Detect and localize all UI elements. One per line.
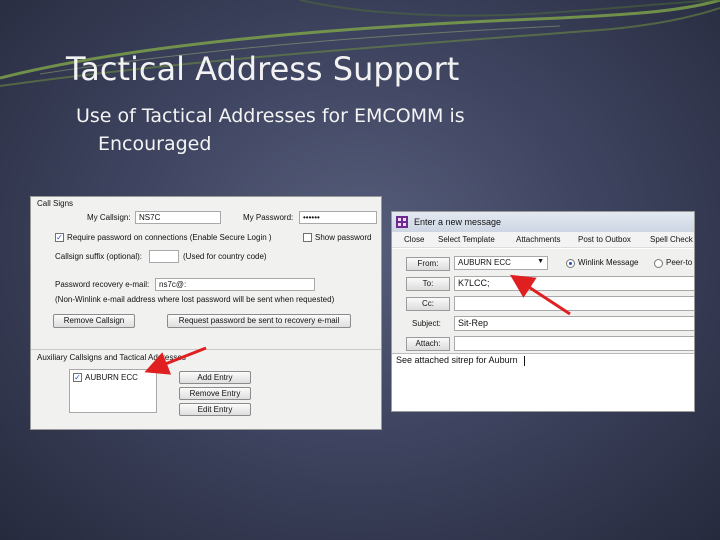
my-callsign-input[interactable]: NS7C [135,211,221,224]
show-password-checkbox[interactable] [303,233,312,242]
section-divider [31,349,381,350]
message-body[interactable]: See attached sitrep for Auburn [396,355,526,366]
to-button[interactable]: To: [406,277,450,291]
aux-group-title: Auxiliary Callsigns and Tactical Address… [37,353,186,362]
to-input[interactable]: K7LCC; [454,276,694,291]
aux-item-checkbox[interactable]: ✓ [73,373,82,382]
remove-callsign-button[interactable]: Remove Callsign [53,314,135,328]
remove-entry-button[interactable]: Remove Entry [179,387,251,400]
callsigns-dialog: Call Signs My Callsign: NS7C My Password… [30,196,382,430]
my-callsign-label: My Callsign: [87,213,131,222]
message-menubar: Close Select Template Attachments Post t… [392,232,694,248]
cc-button[interactable]: Cc: [406,297,450,311]
aux-callsign-list[interactable]: ✓ AUBURN ECC [69,369,157,413]
callsigns-group-title: Call Signs [37,199,74,208]
my-password-label: My Password: [243,213,294,222]
window-title: Enter a new message [414,217,502,227]
recovery-email-note: (Non-Winlink e-mail address where lost p… [55,295,335,304]
menu-select-template[interactable]: Select Template [438,235,495,244]
require-password-label: Require password on connections (Enable … [67,233,272,242]
edit-entry-button[interactable]: Edit Entry [179,403,251,416]
from-dropdown[interactable]: AUBURN ECC ▼ [454,256,548,270]
slide-title: Tactical Address Support [66,50,460,88]
bullet-line-2: Encouraged [98,133,212,155]
suffix-note: (Used for country code) [183,252,267,261]
recovery-email-input[interactable]: ns7c@: [155,278,315,291]
my-password-input[interactable]: •••••• [299,211,377,224]
cc-input[interactable] [454,296,694,311]
app-icon [396,216,408,228]
text-cursor [524,355,526,366]
menu-post-to-outbox[interactable]: Post to Outbox [578,235,631,244]
new-message-window: Enter a new message Close Select Templat… [391,211,695,412]
winlink-message-label: Winlink Message [578,258,639,267]
attach-button[interactable]: Attach: [406,337,450,351]
subject-label: Subject: [412,319,441,328]
slide-bullet: Use of Tactical Addresses for EMCOMM is … [76,102,596,158]
peer-to-peer-label: Peer-to [666,258,693,267]
callsign-suffix-label: Callsign suffix (optional): [55,252,143,261]
add-entry-button[interactable]: Add Entry [179,371,251,384]
bullet-line-1: Use of Tactical Addresses for EMCOMM is [76,105,465,127]
message-titlebar: Enter a new message [392,212,694,232]
subject-input[interactable]: Sit-Rep [454,316,694,331]
show-password-label: Show password [315,233,372,242]
menu-spell-check[interactable]: Spell Check [650,235,693,244]
aux-item-label[interactable]: AUBURN ECC [85,373,138,382]
from-button[interactable]: From: [406,257,450,271]
winlink-message-radio[interactable] [566,259,575,268]
request-password-button[interactable]: Request password be sent to recovery e-m… [167,314,351,328]
menu-attachments[interactable]: Attachments [516,235,560,244]
require-password-checkbox[interactable]: ✓ [55,233,64,242]
from-value: AUBURN ECC [458,258,511,267]
peer-to-peer-radio[interactable] [654,259,663,268]
recovery-email-label: Password recovery e-mail: [55,280,150,289]
menu-close[interactable]: Close [404,235,424,244]
message-header-fields: From: AUBURN ECC ▼ Winlink Message Peer-… [392,249,694,354]
callsign-suffix-input[interactable] [149,250,179,263]
message-body-text: See attached sitrep for Auburn [396,355,518,365]
chevron-down-icon: ▼ [537,258,544,265]
attach-input[interactable] [454,336,694,351]
